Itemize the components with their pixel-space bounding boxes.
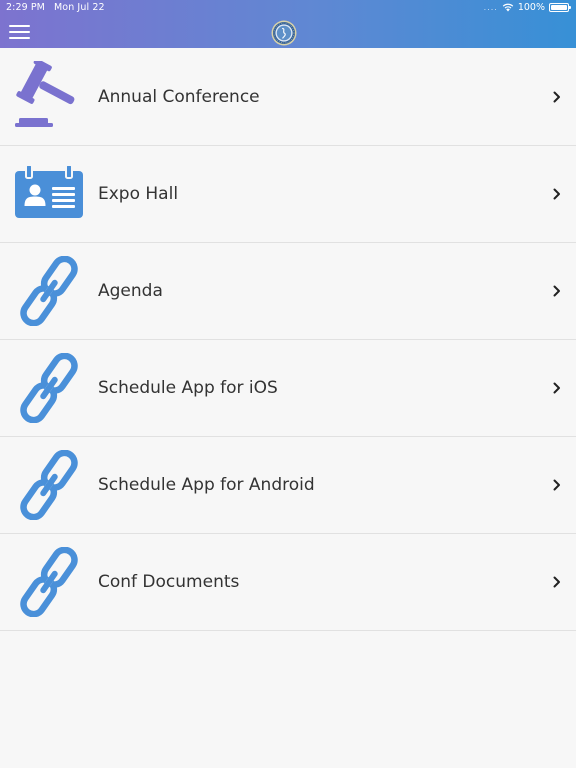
menu-item-conf-documents[interactable]: Conf Documents — [0, 534, 576, 631]
menu-item-label: Expo Hall — [98, 184, 179, 204]
menu-item-label: Annual Conference — [98, 86, 260, 107]
menu-item-annual-conference[interactable]: Annual Conference — [0, 48, 576, 146]
chevron-right-icon — [553, 188, 560, 200]
status-time: 2:29 PM — [6, 2, 45, 13]
link-icon — [20, 353, 78, 423]
signal-dots: .... — [483, 3, 498, 12]
chevron-right-icon — [553, 576, 560, 588]
chevron-right-icon — [553, 382, 560, 394]
status-date: Mon Jul 22 — [53, 2, 105, 13]
hamburger-line — [9, 31, 30, 33]
organization-seal-icon[interactable] — [271, 20, 297, 46]
link-icon — [20, 547, 78, 617]
battery-icon — [549, 3, 571, 12]
gavel-icon — [15, 61, 75, 127]
header-bar: 2:29 PM Mon Jul 22 .... 100% — [0, 0, 576, 48]
menu-item-label: Agenda — [98, 281, 163, 301]
status-bar-left: 2:29 PM Mon Jul 22 — [6, 2, 105, 13]
wifi-icon — [502, 3, 514, 12]
id-badge-icon — [15, 164, 83, 218]
link-icon — [20, 450, 78, 520]
menu-item-label: Conf Documents — [98, 572, 240, 592]
chevron-right-icon — [553, 479, 560, 491]
menu-item-agenda[interactable]: Agenda — [0, 243, 576, 340]
link-icon — [20, 256, 78, 326]
hamburger-line — [9, 25, 30, 27]
menu-item-schedule-app-android[interactable]: Schedule App for Android — [0, 437, 576, 534]
hamburger-menu-button[interactable] — [9, 24, 30, 40]
menu-item-schedule-app-ios[interactable]: Schedule App for iOS — [0, 340, 576, 437]
menu-item-label: Schedule App for Android — [98, 475, 315, 495]
hamburger-line — [9, 37, 30, 39]
battery-percent: 100% — [517, 2, 545, 13]
chevron-right-icon — [553, 285, 560, 297]
menu-item-label: Schedule App for iOS — [98, 378, 278, 398]
menu-list: Annual Conference Expo Hall Agenda Sched… — [0, 48, 576, 631]
chevron-right-icon — [553, 91, 560, 102]
menu-item-expo-hall[interactable]: Expo Hall — [0, 146, 576, 243]
status-bar-right: .... 100% — [483, 2, 571, 13]
